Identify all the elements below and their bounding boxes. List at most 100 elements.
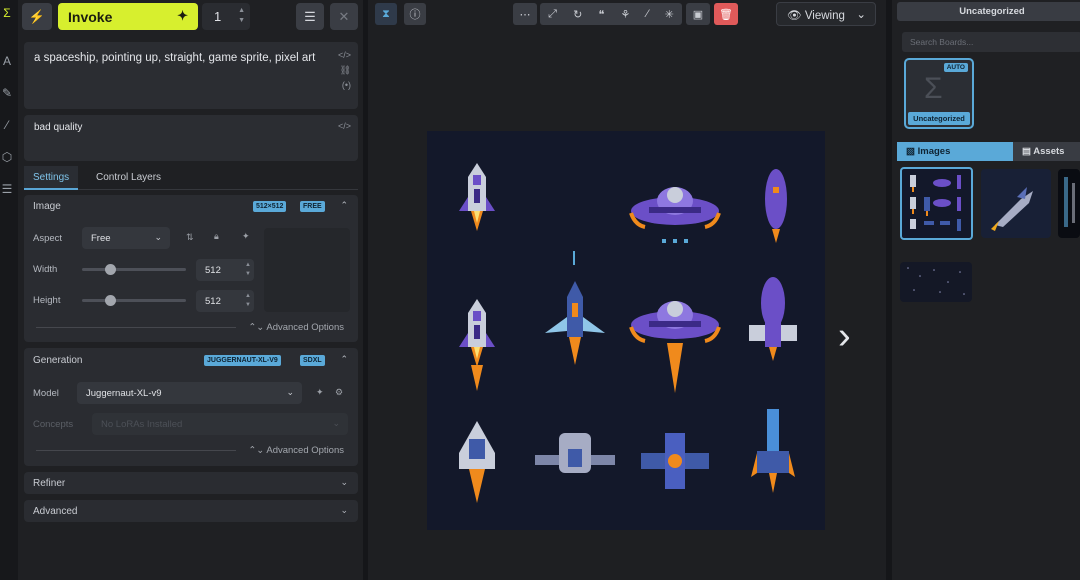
- width-value: 512: [205, 265, 221, 276]
- lock-icon[interactable]: 🔒︎: [214, 231, 219, 242]
- concepts-label: Concepts: [33, 419, 74, 430]
- height-input[interactable]: 512 ▲ ▼: [196, 290, 254, 312]
- lightning-button[interactable]: ⚡: [22, 3, 52, 30]
- hourglass-icon: ⧗: [382, 7, 390, 20]
- brush-icon[interactable]: ⁄: [647, 8, 649, 20]
- canvas-button[interactable]: ▣: [686, 3, 710, 25]
- use-all-icon[interactable]: ⤢: [548, 8, 557, 21]
- positive-prompt-field[interactable]: a spaceship, pointing up, straight, game…: [24, 42, 358, 109]
- search-boards-input[interactable]: Search Boards...: [902, 32, 1080, 52]
- swap-icon[interactable]: ⇅: [186, 232, 194, 243]
- advanced-section[interactable]: Advanced ⌄: [24, 500, 358, 522]
- cancel-button[interactable]: ✕: [330, 3, 358, 30]
- cube-icon[interactable]: ⬡: [0, 150, 14, 164]
- board-tile-uncategorized[interactable]: AUTO Σ Uncategorized: [904, 58, 974, 129]
- logo-icon[interactable]: Σ: [0, 6, 14, 20]
- eye-icon: 👁︎: [787, 10, 802, 22]
- free-badge: FREE: [300, 201, 325, 212]
- gear-icon[interactable]: ⚙: [335, 387, 343, 398]
- width-input[interactable]: 512 ▲ ▼: [196, 259, 254, 281]
- height-slider-handle[interactable]: [105, 295, 117, 306]
- stepper-icon[interactable]: ▲ ▼: [245, 261, 251, 279]
- height-slider[interactable]: [82, 295, 186, 306]
- image-actions-group: ⤢ ↻ ❝ ⚘ ⁄ ✳: [540, 3, 682, 25]
- chevron-updown-icon: ⌃⌄: [248, 445, 267, 456]
- refiner-section[interactable]: Refiner ⌄: [24, 472, 358, 494]
- asterisk-icon[interactable]: ✳: [665, 8, 674, 21]
- image-section-title[interactable]: Image: [33, 201, 61, 212]
- chevron-down-icon: ⌄: [340, 477, 348, 487]
- embedding-icon[interactable]: (•): [342, 80, 351, 90]
- divider: [36, 450, 236, 451]
- seed-icon[interactable]: ⚘: [621, 8, 631, 21]
- gallery-thumbnail[interactable]: [1058, 169, 1080, 238]
- negative-prompt-field[interactable]: bad quality </>: [24, 115, 358, 161]
- delete-button[interactable]: 🗑︎: [714, 3, 738, 25]
- gallery-thumbnail[interactable]: [981, 169, 1051, 238]
- close-icon: ✕: [338, 8, 350, 24]
- generated-image: [427, 131, 825, 530]
- size-badge: 512×512: [253, 201, 287, 212]
- lightning-icon: ⚡: [28, 8, 46, 24]
- next-image-chevron-icon[interactable]: ›: [838, 315, 851, 358]
- remix-icon[interactable]: ↻: [573, 8, 582, 21]
- list-icon: ☰: [304, 8, 316, 24]
- chevron-up-icon[interactable]: ⌃: [340, 354, 348, 365]
- invoke-app: Σ A ✎ ⁄ ⬡ ☰ ⚡ Invoke ✦ 1 ▲ ▼ ☰ ✕ a spaces…: [0, 0, 1080, 580]
- model-select[interactable]: Juggernaut-XL-v9 ⌄: [77, 382, 302, 404]
- sdxl-badge: SDXL: [300, 355, 325, 366]
- info-button[interactable]: ⓘ: [404, 3, 426, 25]
- thumbnail-dark: [1064, 177, 1075, 227]
- height-value: 512: [205, 296, 221, 307]
- hourglass-button[interactable]: ⧗: [375, 3, 397, 25]
- advanced-options-toggle[interactable]: ⌃⌄ Advanced Options: [248, 322, 344, 333]
- parameters-panel: ⚡ Invoke ✦ 1 ▲ ▼ ☰ ✕ a spaceship, pointin…: [18, 0, 363, 580]
- auto-badge: AUTO: [943, 63, 968, 72]
- top-bar: ⚡ Invoke ✦ 1 ▲ ▼ ☰ ✕: [18, 0, 363, 34]
- board-selector[interactable]: Uncategorized: [897, 2, 1080, 21]
- chevron-up-icon[interactable]: ⌃: [340, 200, 348, 211]
- brush-icon[interactable]: ✎: [0, 86, 14, 100]
- tab-assets[interactable]: ▤ Assets: [1013, 142, 1080, 161]
- sparkle-icon[interactable]: ✦: [242, 231, 250, 242]
- ellipsis-icon: ⋯: [519, 8, 531, 21]
- generation-section-title[interactable]: Generation: [33, 355, 82, 366]
- quote-icon[interactable]: ❝: [598, 8, 604, 21]
- sparkle-icon[interactable]: ✦: [316, 387, 324, 398]
- text-icon[interactable]: A: [0, 54, 14, 68]
- gallery-thumbnail[interactable]: [900, 262, 972, 302]
- stepper-icon[interactable]: ▲ ▼: [238, 6, 245, 26]
- positive-prompt-text: a spaceship, pointing up, straight, game…: [34, 52, 316, 64]
- width-slider[interactable]: [82, 264, 186, 275]
- code-icon[interactable]: </>: [338, 121, 351, 131]
- iterations-input[interactable]: 1 ▲ ▼: [202, 3, 250, 30]
- stepper-icon[interactable]: ▲ ▼: [245, 292, 251, 310]
- tab-settings[interactable]: Settings: [24, 166, 79, 190]
- viewing-label: Viewing: [804, 10, 845, 22]
- settings-tabs: Settings Control Layers: [24, 166, 358, 190]
- aspect-value: Free: [91, 233, 111, 244]
- chevron-down-icon: ⌄: [856, 9, 866, 21]
- tab-images[interactable]: ▧ Images: [897, 142, 1013, 161]
- list-icon[interactable]: ☰: [0, 182, 14, 196]
- viewing-dropdown[interactable]: 👁︎ Viewing ⌄: [776, 2, 876, 26]
- gallery-thumbnail[interactable]: [900, 167, 973, 240]
- tab-control-layers[interactable]: Control Layers: [96, 166, 161, 190]
- divider: [36, 327, 236, 328]
- queue-list-button[interactable]: ☰: [296, 3, 324, 30]
- board-name: Uncategorized: [908, 112, 970, 125]
- model-badge: JUGGERNAUT-XL-V9: [204, 355, 281, 366]
- wand-icon[interactable]: ⁄: [0, 118, 14, 132]
- chevron-down-icon: ⌄: [340, 505, 348, 515]
- aspect-select[interactable]: Free ⌄: [82, 227, 170, 249]
- more-button[interactable]: ⋯: [513, 3, 537, 25]
- invoke-button[interactable]: Invoke ✦: [58, 3, 198, 30]
- chevron-updown-icon: ⌃⌄: [248, 322, 267, 333]
- code-icon[interactable]: </>: [338, 50, 351, 60]
- images-icon: ▧: [906, 146, 915, 157]
- width-slider-handle[interactable]: [105, 264, 117, 275]
- iterations-value: 1: [214, 9, 222, 24]
- advanced-options-toggle[interactable]: ⌃⌄ Advanced Options: [248, 445, 344, 456]
- sparkle-icon: ✦: [177, 8, 188, 23]
- link-icon[interactable]: ⛓: [340, 65, 351, 76]
